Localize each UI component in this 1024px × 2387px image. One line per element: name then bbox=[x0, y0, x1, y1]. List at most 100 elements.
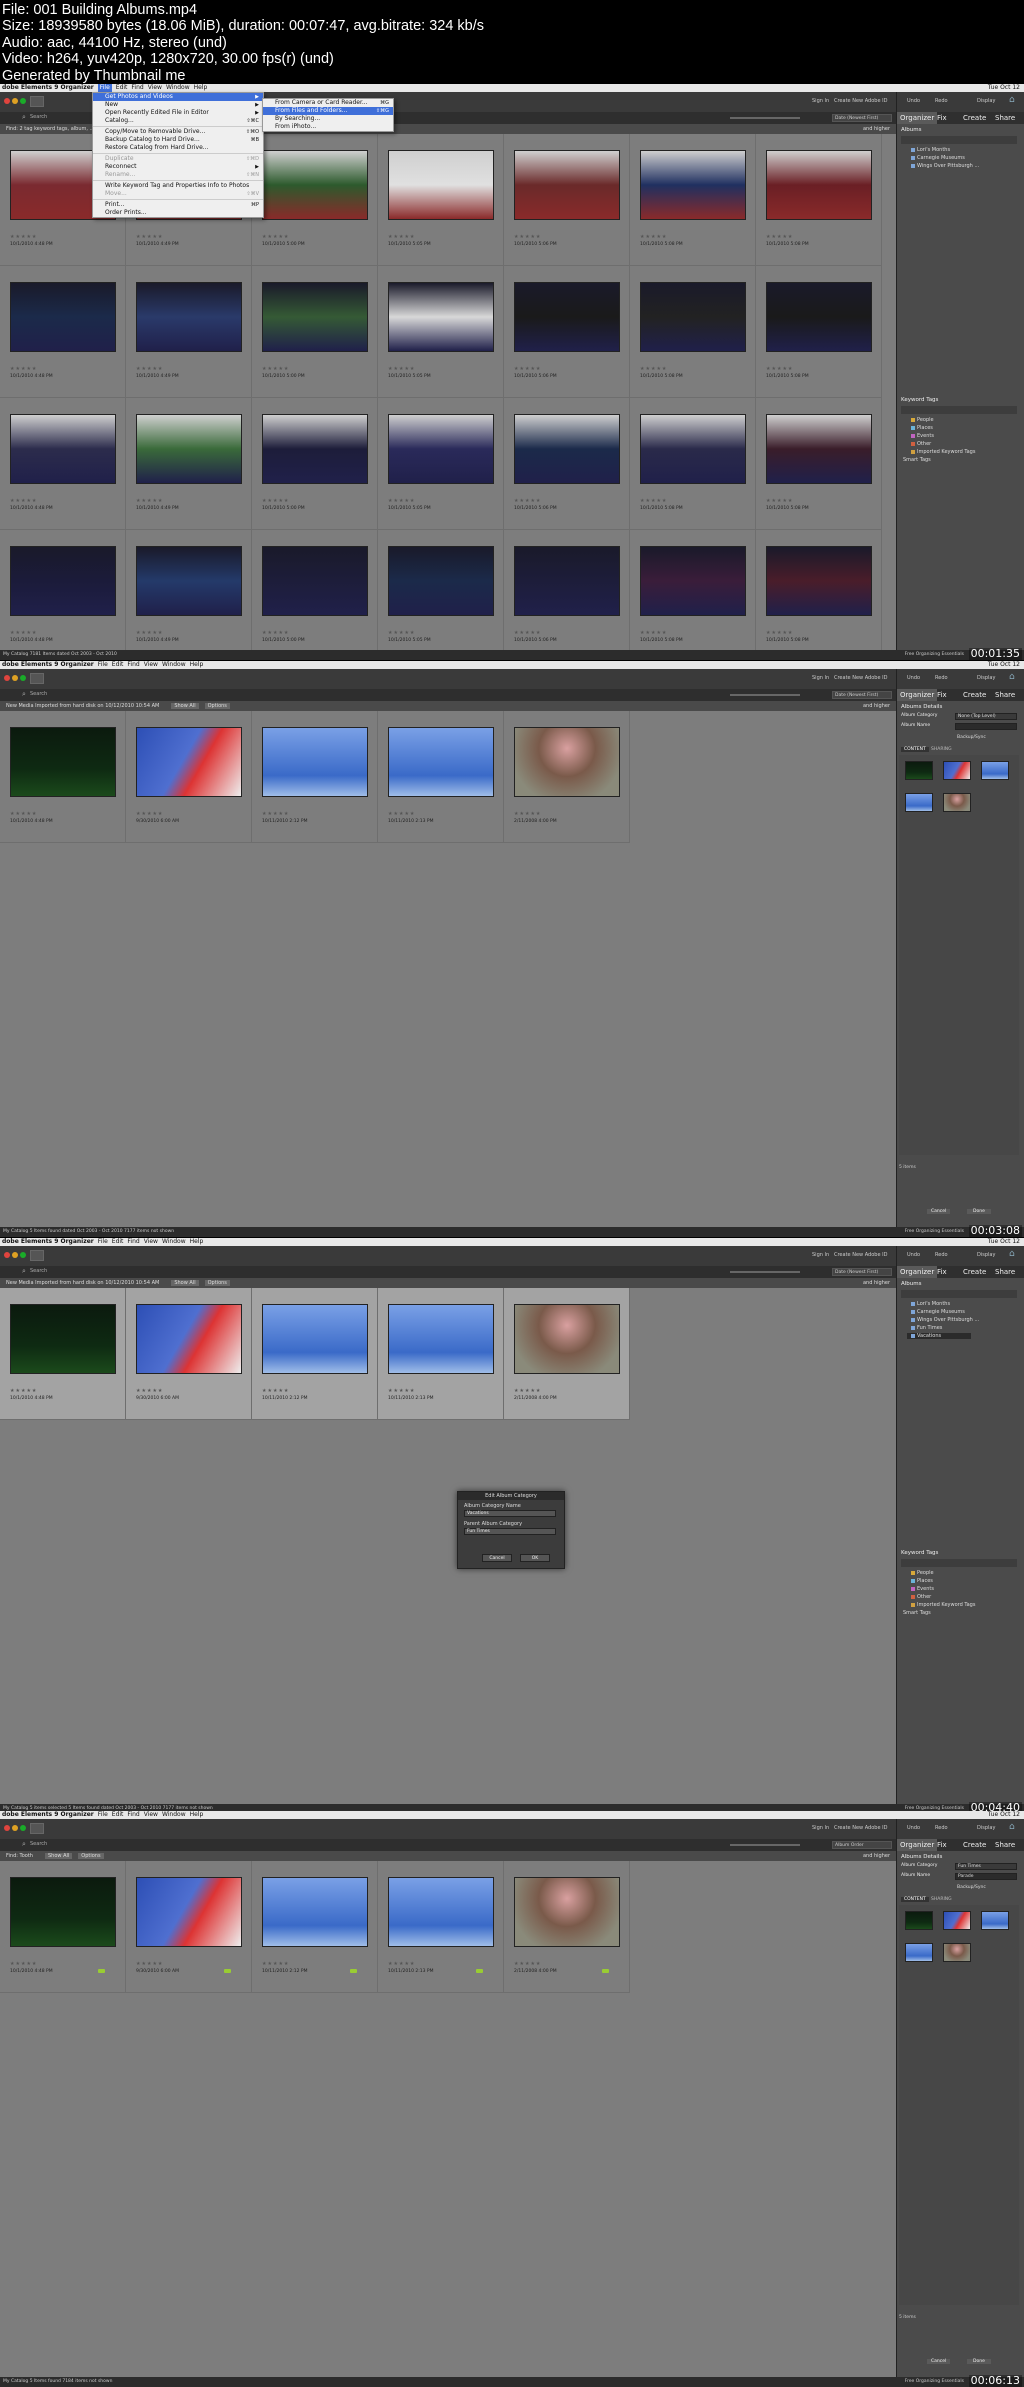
search-input[interactable]: Search bbox=[30, 691, 47, 697]
media-thumbnail[interactable] bbox=[10, 282, 116, 352]
category-name-input[interactable]: Vacations bbox=[464, 1510, 556, 1517]
media-thumbnail-cell[interactable]: ★★★★★ 10/1/2010 5:00 PM bbox=[252, 266, 378, 398]
media-thumbnail[interactable] bbox=[766, 414, 872, 484]
rating-stars[interactable]: ★★★★★ bbox=[388, 630, 415, 636]
rating-stars[interactable]: ★★★★★ bbox=[136, 498, 163, 504]
media-thumbnail-cell[interactable]: ★★★★★ 10/1/2010 5:08 PM bbox=[630, 134, 756, 266]
panel-tool-redo[interactable]: Redo bbox=[935, 98, 948, 104]
thumbnail-size-slider[interactable] bbox=[730, 1844, 800, 1846]
panel-tool-display[interactable]: Display bbox=[977, 675, 995, 681]
file-menu-item[interactable]: New ▶ bbox=[93, 101, 263, 109]
file-menu-item[interactable]: Backup Catalog to Hard Drive... ⌘B bbox=[93, 136, 263, 144]
cancel-button[interactable]: Cancel bbox=[927, 2359, 951, 2364]
album-content-thumbnail[interactable] bbox=[905, 761, 933, 780]
file-menu-item[interactable]: Restore Catalog from Hard Drive... bbox=[93, 144, 263, 152]
media-thumbnail-cell[interactable]: ★★★★★ 10/1/2010 4:48 PM bbox=[0, 398, 126, 530]
tab-share[interactable]: Share bbox=[995, 112, 1015, 124]
album-content-thumbnail[interactable] bbox=[943, 1911, 971, 1930]
keyword-tag-item[interactable]: Smart Tags bbox=[903, 1610, 931, 1616]
minimize-window-icon[interactable] bbox=[12, 98, 18, 104]
file-menu-item[interactable]: Rename... ⇧⌘N bbox=[93, 171, 263, 179]
media-thumbnail[interactable] bbox=[514, 414, 620, 484]
media-thumbnail-cell[interactable]: ★★★★★ 10/1/2010 5:08 PM bbox=[756, 530, 882, 660]
show-all-button[interactable]: Show All bbox=[171, 1280, 199, 1286]
media-thumbnail[interactable] bbox=[640, 150, 746, 220]
media-thumbnail[interactable] bbox=[388, 1877, 494, 1947]
rating-stars[interactable]: ★★★★★ bbox=[388, 1388, 415, 1394]
tab-share[interactable]: Share bbox=[995, 1266, 1015, 1278]
media-thumbnail[interactable] bbox=[10, 727, 116, 797]
options-button[interactable]: Options bbox=[78, 1853, 104, 1859]
media-thumbnail[interactable] bbox=[766, 282, 872, 352]
rating-stars[interactable]: ★★★★★ bbox=[640, 234, 667, 240]
rating-stars[interactable]: ★★★★★ bbox=[262, 811, 289, 817]
done-button[interactable]: Done bbox=[967, 2359, 991, 2364]
media-thumbnail-cell[interactable]: ★★★★★ 10/11/2010 2:12 PM bbox=[252, 711, 378, 843]
media-thumbnail-cell[interactable]: ★★★★★ 10/1/2010 5:00 PM bbox=[252, 530, 378, 660]
media-thumbnail[interactable] bbox=[262, 1304, 368, 1374]
file-menu-item[interactable]: Open Recently Edited File in Editor ▶ bbox=[93, 109, 263, 117]
media-thumbnail-cell[interactable]: ★★★★★ 10/11/2010 2:13 PM bbox=[378, 1288, 504, 1420]
rating-stars[interactable]: ★★★★★ bbox=[262, 366, 289, 372]
submenu-item[interactable]: From iPhoto... bbox=[263, 123, 393, 131]
rating-stars[interactable]: ★★★★★ bbox=[10, 234, 37, 240]
rating-stars[interactable]: ★★★★★ bbox=[514, 498, 541, 504]
backup-sync-checkbox[interactable]: Backup/Sync bbox=[957, 1885, 986, 1890]
albums-section-title[interactable]: Albums bbox=[901, 127, 922, 133]
rating-stars[interactable]: ★★★★★ bbox=[766, 366, 793, 372]
media-thumbnail-cell[interactable]: ★★★★★ 10/1/2010 5:00 PM bbox=[252, 134, 378, 266]
media-thumbnail-cell[interactable]: ★★★★★ 10/1/2010 5:08 PM bbox=[756, 134, 882, 266]
album-content-thumbnail[interactable] bbox=[905, 1943, 933, 1962]
show-all-button[interactable]: Show All bbox=[44, 1853, 73, 1859]
panel-tool-display[interactable]: Display bbox=[977, 98, 995, 104]
file-menu-item[interactable]: Reconnect ▶ bbox=[93, 163, 263, 171]
media-thumbnail-cell[interactable]: ★★★★★ 10/1/2010 5:05 PM bbox=[378, 398, 504, 530]
media-thumbnail[interactable] bbox=[136, 1304, 242, 1374]
album-name-input[interactable] bbox=[955, 723, 1017, 730]
sort-select[interactable]: Date (Newest First) bbox=[832, 1268, 892, 1276]
home-icon[interactable]: ⌂ bbox=[1009, 1249, 1015, 1259]
home-icon[interactable]: ⌂ bbox=[1009, 95, 1015, 105]
rating-stars[interactable]: ★★★★★ bbox=[10, 630, 37, 636]
thumbnail-size-slider[interactable] bbox=[730, 694, 800, 696]
media-thumbnail-cell[interactable]: ★★★★★ 10/1/2010 5:05 PM bbox=[378, 134, 504, 266]
tab-organizer[interactable]: Organizer bbox=[897, 1839, 938, 1851]
rating-stars[interactable]: ★★★★★ bbox=[514, 1961, 541, 1967]
menu-help[interactable]: Help bbox=[190, 1811, 204, 1819]
media-thumbnail[interactable] bbox=[640, 546, 746, 616]
menu-view[interactable]: View bbox=[144, 1238, 158, 1246]
media-thumbnail[interactable] bbox=[514, 546, 620, 616]
media-thumbnail-cell[interactable]: ★★★★★ 10/1/2010 4:48 PM bbox=[0, 530, 126, 660]
media-thumbnail[interactable] bbox=[766, 546, 872, 616]
rating-stars[interactable]: ★★★★★ bbox=[10, 811, 37, 817]
rating-filter[interactable]: and higher bbox=[863, 1851, 890, 1861]
show-all-button[interactable]: Show All bbox=[171, 703, 199, 709]
media-thumbnail-cell[interactable]: ★★★★★ 10/1/2010 5:08 PM bbox=[630, 530, 756, 660]
tab-fix[interactable]: Fix bbox=[937, 689, 947, 701]
keyword-tag-item[interactable]: Places bbox=[911, 425, 933, 431]
import-button[interactable] bbox=[30, 96, 44, 107]
menu-file[interactable]: File bbox=[97, 84, 112, 92]
sort-select[interactable]: Album Order bbox=[832, 1841, 892, 1849]
zoom-window-icon[interactable] bbox=[20, 1825, 26, 1831]
media-thumbnail[interactable] bbox=[262, 1877, 368, 1947]
media-thumbnail[interactable] bbox=[262, 546, 368, 616]
tab-create[interactable]: Create bbox=[963, 112, 986, 124]
media-thumbnail[interactable] bbox=[262, 727, 368, 797]
import-button[interactable] bbox=[30, 673, 44, 684]
panel-tool-undo[interactable]: Undo bbox=[907, 1252, 920, 1258]
album-item[interactable]: Wings Over Pittsburgh ... bbox=[911, 1317, 979, 1323]
sharing-tab[interactable]: SHARING bbox=[931, 1897, 952, 1902]
rating-stars[interactable]: ★★★★★ bbox=[388, 234, 415, 240]
menu-help[interactable]: Help bbox=[190, 661, 204, 669]
keyword-tag-item[interactable]: Events bbox=[911, 433, 934, 439]
search-input[interactable]: Search bbox=[30, 1268, 47, 1274]
media-thumbnail-cell[interactable]: ★★★★★ 10/1/2010 4:49 PM bbox=[126, 530, 252, 660]
menu-file[interactable]: File bbox=[98, 661, 108, 669]
rating-stars[interactable]: ★★★★★ bbox=[262, 498, 289, 504]
zoom-window-icon[interactable] bbox=[20, 98, 26, 104]
album-item[interactable]: Lori's Months bbox=[911, 1301, 950, 1307]
sign-in-link[interactable]: Sign In bbox=[812, 675, 829, 681]
menu-view[interactable]: View bbox=[144, 1811, 158, 1819]
rating-stars[interactable]: ★★★★★ bbox=[766, 630, 793, 636]
